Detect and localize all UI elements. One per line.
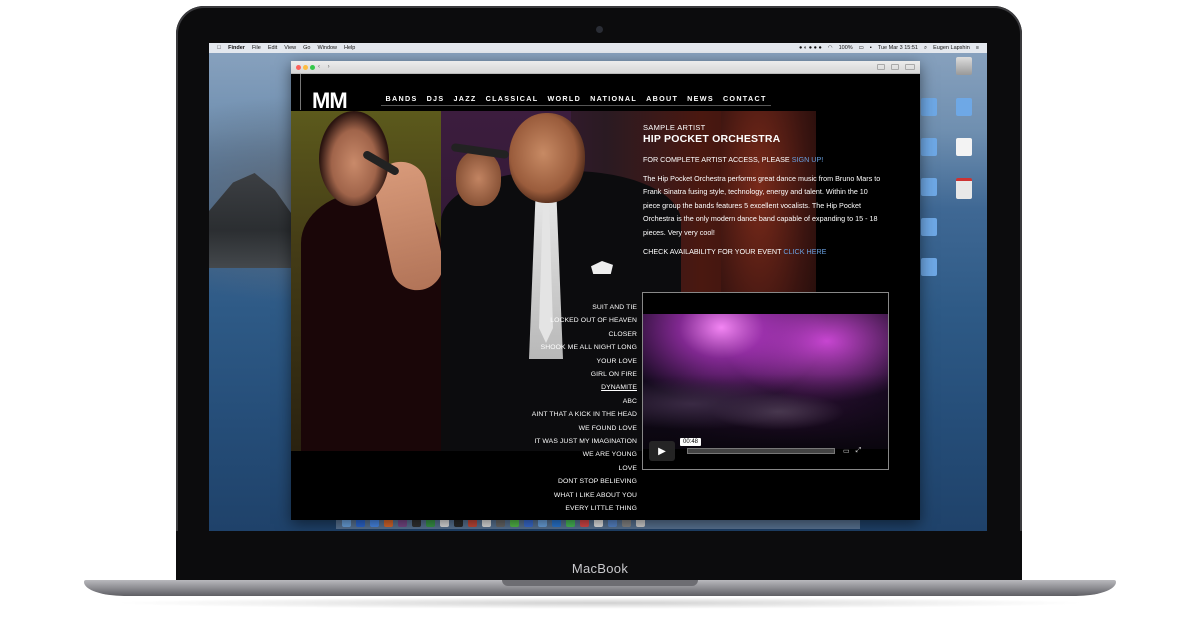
main-nav: BANDS DJS JAZZ CLASSICAL WORLD NATIONAL … (381, 93, 772, 106)
web-page: MM BANDS DJS JAZZ CLASSICAL WORLD NATION… (291, 74, 920, 520)
song-item[interactable]: CLOSER (491, 328, 637, 341)
video-scrubber[interactable]: 00:48 (680, 438, 835, 454)
status-icons[interactable]: ● ◐ ● ● ● (799, 45, 822, 51)
artist-name: HIP POCKET ORCHESTRA (643, 133, 781, 145)
laptop-shadow (110, 597, 1090, 609)
song-item[interactable]: WHAT I LIKE ABOUT YOU (491, 489, 637, 502)
song-item[interactable]: LOCKED OUT OF HEAVEN (491, 314, 637, 327)
artist-description: The Hip Pocket Orchestra performs great … (643, 174, 881, 237)
laptop-notch (502, 580, 698, 586)
tabs-icon[interactable] (891, 64, 899, 70)
song-item[interactable]: AINT THAT A KICK IN THE HEAD (491, 408, 637, 421)
video-controls: ▶ 00:48 ▭ ⤢ (649, 438, 883, 462)
song-item[interactable]: LOVE (491, 462, 637, 475)
desktop-document-icon[interactable] (949, 178, 979, 201)
artist-label: SAMPLE ARTIST (643, 123, 706, 132)
sign-up-link[interactable]: SIGN UP! (792, 155, 824, 164)
availability-line: CHECK AVAILABILITY FOR YOUR EVENT CLICK … (643, 247, 883, 256)
back-forward-icon[interactable]: ‹ › (318, 64, 333, 70)
video-time: 00:48 (680, 438, 702, 446)
camera-icon (596, 26, 603, 33)
desktop-drive-icon[interactable] (949, 57, 979, 77)
song-item[interactable]: SUIT AND TIE (491, 301, 637, 314)
video-player[interactable]: ▶ 00:48 ▭ ⤢ (642, 292, 889, 470)
song-item[interactable]: GIRL ON FIRE (491, 368, 637, 381)
airplay-icon[interactable]: ▭ (843, 447, 850, 455)
song-item[interactable]: DONT STOP BELIEVING (491, 475, 637, 488)
play-icon[interactable]: ▶ (649, 441, 675, 461)
song-item[interactable]: IT WAS JUST MY IMAGINATION (491, 435, 637, 448)
fullscreen-icon[interactable]: ⤢ (856, 447, 862, 455)
song-item[interactable]: YOUR LOVE (491, 355, 637, 368)
share-icon[interactable] (877, 64, 885, 70)
video-frame[interactable] (643, 314, 888, 449)
song-item-active[interactable]: DYNAMITE (491, 381, 637, 394)
desktop-document-icon[interactable] (949, 138, 979, 158)
nav-jazz[interactable]: JAZZ (449, 93, 481, 105)
menu-item-edit[interactable]: Edit (268, 45, 277, 51)
mac-menu-bar:  Finder File Edit View Go Window Help ●… (209, 43, 987, 53)
artist-info: SAMPLE ARTIST HIP POCKET ORCHESTRA FOR C… (643, 123, 883, 256)
nav-djs[interactable]: DJS (422, 93, 449, 105)
song-item[interactable]: EVERY LITTLE THING (491, 502, 637, 515)
menu-list-icon[interactable]: ≡ (976, 45, 979, 51)
nav-bands[interactable]: BANDS (381, 93, 422, 105)
menu-item-help[interactable]: Help (344, 45, 355, 51)
menu-app-name[interactable]: Finder (228, 45, 245, 51)
access-text: FOR COMPLETE ARTIST ACCESS, PLEASE (643, 155, 792, 164)
song-list: SUIT AND TIE LOCKED OUT OF HEAVEN CLOSER… (491, 301, 637, 516)
menu-item-view[interactable]: View (284, 45, 296, 51)
click-here-link[interactable]: CLICK HERE (783, 247, 826, 256)
browser-toolbar: ‹ › (291, 61, 920, 74)
battery-percent[interactable]: 100% (839, 45, 853, 51)
add-tab-icon[interactable] (905, 64, 915, 70)
desktop-folder-icon[interactable] (949, 98, 979, 118)
wifi-icon[interactable]: ◠ (828, 45, 833, 51)
availability-text: CHECK AVAILABILITY FOR YOUR EVENT (643, 247, 784, 257)
menu-clock[interactable]: Tue Mar 3 15:51 (878, 45, 918, 51)
song-item[interactable]: SHOOK ME ALL NIGHT LONG (491, 341, 637, 354)
nav-classical[interactable]: CLASSICAL (481, 93, 543, 105)
song-item[interactable]: ABC (491, 395, 637, 408)
access-line: FOR COMPLETE ARTIST ACCESS, PLEASE SIGN … (643, 155, 883, 164)
logo-divider (300, 74, 301, 110)
nav-about[interactable]: ABOUT (642, 93, 683, 105)
nav-world[interactable]: WORLD (543, 93, 586, 105)
laptop-brand: MacBook (571, 561, 629, 576)
menu-item-go[interactable]: Go (303, 45, 310, 51)
zoom-window-icon[interactable] (310, 65, 315, 70)
battery-icon[interactable]: ▭ (859, 45, 864, 51)
nav-contact[interactable]: CONTACT (718, 93, 771, 105)
flag-icon[interactable]: ▪ (870, 45, 872, 51)
song-item[interactable]: WE ARE YOUNG (491, 448, 637, 461)
site-logo[interactable]: MM (312, 88, 348, 114)
menu-user[interactable]: Eugen Lapshin (933, 45, 970, 51)
nav-news[interactable]: NEWS (683, 93, 719, 105)
nav-national[interactable]: NATIONAL (586, 93, 642, 105)
browser-window: ‹ › MM BANDS DJS JAZZ CLASSICAL WORLD NA… (291, 61, 920, 520)
minimize-window-icon[interactable] (303, 65, 308, 70)
close-window-icon[interactable] (296, 65, 301, 70)
apple-icon[interactable]:  (217, 45, 221, 51)
menu-item-window[interactable]: Window (317, 45, 337, 51)
search-icon[interactable]: ⌕ (924, 45, 927, 52)
menu-item-file[interactable]: File (252, 45, 261, 51)
song-item[interactable]: WE FOUND LOVE (491, 422, 637, 435)
